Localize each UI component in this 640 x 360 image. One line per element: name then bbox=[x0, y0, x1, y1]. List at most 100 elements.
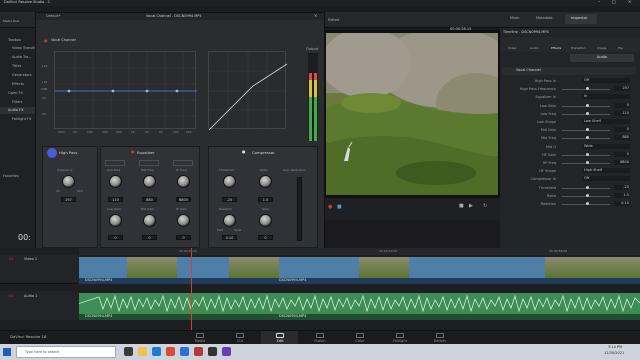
slider-handle[interactable] bbox=[586, 103, 589, 107]
page-tab-media[interactable]: Media bbox=[187, 332, 213, 344]
slider-handle[interactable] bbox=[586, 111, 589, 115]
edge-icon[interactable] bbox=[152, 347, 161, 356]
inspector-row[interactable]: Equalizer In In bbox=[506, 94, 634, 100]
inspector-row-value[interactable]: Off bbox=[582, 176, 630, 182]
audio-track-header[interactable]: A1 Audio 1 bbox=[0, 291, 79, 320]
reaction-knob[interactable] bbox=[223, 214, 236, 227]
inspector-row[interactable]: High Pass Frequency 297 bbox=[506, 86, 634, 92]
mid-shape-icon[interactable] bbox=[139, 160, 159, 166]
frequency-knob[interactable] bbox=[62, 175, 75, 188]
page-tab-deliver[interactable]: Deliver bbox=[427, 332, 453, 344]
inspector-row-value[interactable]: 1.5 bbox=[614, 192, 630, 198]
mid-freq-knob[interactable] bbox=[143, 175, 156, 188]
low-gain-knob[interactable] bbox=[109, 214, 122, 227]
eq-node-2[interactable] bbox=[111, 89, 115, 93]
titles-item[interactable]: Titles bbox=[12, 64, 21, 69]
page-tab-cut[interactable]: Cut bbox=[227, 332, 253, 344]
high-pass-enable-button[interactable] bbox=[47, 148, 57, 158]
minimize-icon[interactable]: – bbox=[598, 0, 600, 4]
audio-fx-item[interactable]: Audio FX bbox=[8, 108, 23, 113]
inspector-row-value[interactable]: 880 bbox=[614, 135, 630, 141]
inspector-row-value[interactable]: 297 bbox=[614, 86, 630, 92]
audio-transitions-item[interactable]: Audio Tra... bbox=[12, 55, 32, 60]
slider-handle[interactable] bbox=[586, 202, 589, 205]
eq-node-4[interactable] bbox=[175, 89, 179, 93]
compressor-enable-icon[interactable]: ● bbox=[242, 150, 246, 154]
playhead[interactable] bbox=[191, 248, 192, 330]
video-clip-strip[interactable]: DSCN0994.MP4 DSCN0994.MP4 bbox=[79, 257, 640, 284]
toolbox-item[interactable]: Toolbox bbox=[8, 38, 21, 43]
inspector-row-value[interactable]: Wide bbox=[582, 143, 630, 149]
page-tab-fairlight[interactable]: Fairlight bbox=[387, 332, 413, 344]
marker-icon[interactable]: ■ bbox=[337, 205, 342, 210]
hi-gain-knob[interactable] bbox=[177, 214, 190, 227]
plugin-close-icon[interactable]: × bbox=[314, 14, 317, 18]
metadata-button[interactable]: Metadata bbox=[536, 16, 553, 21]
eq-graph[interactable] bbox=[54, 51, 197, 130]
stop-icon[interactable]: ■ bbox=[459, 204, 464, 209]
taskbar-search-box[interactable]: Type here to search bbox=[16, 346, 116, 358]
inspector-row[interactable]: Low Gain 0 bbox=[506, 102, 634, 109]
threshold-value[interactable]: -25 bbox=[222, 197, 237, 202]
tab-file[interactable]: File bbox=[618, 47, 623, 50]
video-frame[interactable] bbox=[326, 33, 498, 195]
slider-handle[interactable] bbox=[586, 152, 589, 156]
mid-freq-value[interactable]: 880 bbox=[142, 197, 157, 202]
inspector-row-value[interactable]: 110 bbox=[614, 110, 630, 116]
task-view-icon[interactable] bbox=[124, 347, 133, 356]
generators-item[interactable]: Generators bbox=[12, 73, 32, 78]
inspector-row-value[interactable]: 0 bbox=[614, 102, 630, 108]
hi-gain-value[interactable]: 0 bbox=[176, 235, 191, 240]
video-track-header[interactable]: V1 Video 1 bbox=[0, 255, 79, 284]
low-freq-knob[interactable] bbox=[109, 175, 122, 188]
media-pool-button[interactable]: Media Pool bbox=[3, 20, 19, 23]
record-icon[interactable]: ● bbox=[328, 205, 332, 210]
mail-icon[interactable] bbox=[180, 347, 189, 356]
low-gain-value[interactable]: 0 bbox=[108, 235, 123, 240]
reaction-value[interactable]: 0.10 bbox=[222, 235, 237, 240]
tab-video[interactable]: Video bbox=[508, 47, 516, 50]
inspector-row-value[interactable]: 0 bbox=[614, 151, 630, 157]
page-tab-fusion[interactable]: Fusion bbox=[307, 332, 333, 344]
equalizer-enable-icon[interactable]: ● bbox=[131, 150, 135, 154]
inspector-row[interactable]: Mid Gain 0 bbox=[506, 127, 634, 133]
fairlight-fx-item[interactable]: Fairlight FX bbox=[12, 117, 32, 122]
tab-effects[interactable]: Effects bbox=[551, 47, 561, 50]
audio-clip-strip[interactable]: DSCN0994.MP4 DSCN0994.MP4 bbox=[79, 293, 640, 320]
filters-item[interactable]: Filters bbox=[12, 100, 23, 105]
inspector-row-value[interactable]: 0.10 bbox=[614, 201, 630, 206]
effects-item[interactable]: Effects bbox=[12, 82, 24, 87]
slider-handle[interactable] bbox=[586, 193, 589, 197]
slider-handle[interactable] bbox=[586, 185, 589, 189]
page-tab-edit[interactable]: Edit bbox=[267, 332, 293, 344]
ratio-knob[interactable] bbox=[259, 175, 272, 188]
slider-handle[interactable] bbox=[586, 161, 589, 164]
inspector-row[interactable]: High Pass In Off bbox=[506, 78, 634, 84]
inspector-row-value[interactable]: 0 bbox=[614, 127, 630, 133]
inspector-row[interactable]: Low Shape Low Shelf bbox=[506, 119, 634, 125]
inspector-row-value[interactable]: High Shelf bbox=[582, 168, 630, 174]
inspector-row-value[interactable]: -25 bbox=[614, 184, 630, 190]
inspector-row[interactable]: Compressor In Off bbox=[506, 176, 634, 182]
timeline-ruler[interactable]: 00:00:16:00 00:00:40:00 00:00:56:00 bbox=[79, 248, 640, 255]
low-shape-icon[interactable] bbox=[105, 160, 125, 166]
mid-gain-value[interactable]: 0 bbox=[142, 235, 157, 240]
file-explorer-icon[interactable] bbox=[138, 347, 147, 356]
frequency-value[interactable]: 297 bbox=[61, 197, 76, 202]
inspector-row-value[interactable]: Off bbox=[582, 78, 630, 83]
loop-icon[interactable]: ↻ bbox=[483, 204, 487, 209]
eq-node-1[interactable] bbox=[67, 89, 71, 93]
inspector-row[interactable]: HF Shape High Shelf bbox=[506, 168, 634, 174]
tab-image[interactable]: Image bbox=[597, 47, 606, 50]
windows-start-icon[interactable] bbox=[3, 348, 11, 356]
inspector-row[interactable]: Low Freq 110 bbox=[506, 110, 634, 117]
favorites-item[interactable]: Favorites bbox=[3, 174, 19, 179]
inspector-row[interactable]: HF Freq 6800 bbox=[506, 160, 634, 166]
resolve-taskbar-icon[interactable] bbox=[208, 347, 217, 356]
inspector-row[interactable]: Reaction 0.10 bbox=[506, 201, 634, 207]
mixer-button[interactable]: Mixer bbox=[510, 16, 520, 21]
inspector-row[interactable]: Threshold -25 bbox=[506, 184, 634, 191]
maximize-icon[interactable]: □ bbox=[612, 0, 616, 4]
chrome-icon[interactable] bbox=[166, 347, 175, 356]
gain-knob[interactable] bbox=[259, 214, 272, 227]
